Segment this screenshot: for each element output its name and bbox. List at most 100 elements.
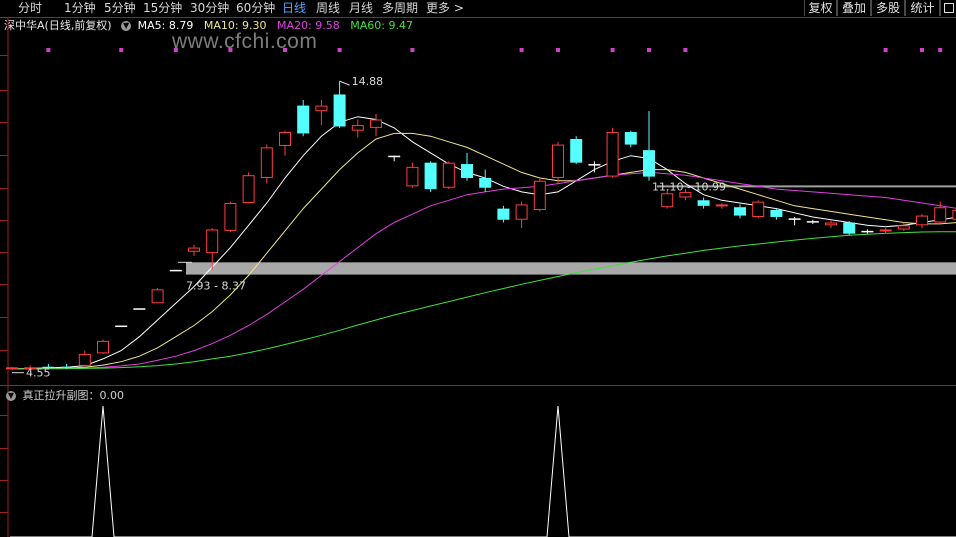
- signal-dot: [46, 48, 51, 52]
- candle-body: [806, 221, 819, 223]
- candle: [260, 144, 273, 184]
- signal-dot: [647, 48, 651, 52]
- candle: [78, 350, 91, 367]
- candle: [825, 219, 837, 229]
- range-label-1: 7.93 - 8.37: [186, 279, 246, 292]
- candle-body: [260, 147, 273, 178]
- candle: [770, 208, 783, 220]
- signal-dot: [683, 48, 688, 52]
- candle: [242, 172, 255, 204]
- signal-dot: [228, 48, 233, 52]
- candle-body: [224, 203, 237, 231]
- candle-body: [370, 119, 382, 128]
- kline-chart[interactable]: 14.88 7.93 - 8.37 11.10 - 10.99 4.55: [0, 0, 956, 537]
- candle-body: [752, 201, 765, 217]
- candle-body: [788, 218, 801, 220]
- candle: [406, 162, 419, 188]
- candle: [479, 169, 492, 192]
- candle-body: [388, 155, 401, 158]
- candle-body: [715, 204, 728, 207]
- price-range-band: [186, 262, 956, 275]
- candle: [169, 269, 182, 272]
- candle-body: [897, 225, 910, 230]
- candle-body: [661, 193, 674, 208]
- candle: [333, 81, 346, 128]
- candle-body: [697, 200, 710, 206]
- candle: [151, 287, 164, 304]
- candle: [442, 161, 455, 190]
- candle: [916, 214, 928, 229]
- candle: [552, 141, 564, 184]
- signal-dot: [938, 48, 943, 52]
- candle-body: [351, 125, 364, 131]
- candle: [697, 197, 710, 209]
- candle-body: [442, 162, 455, 188]
- candle: [570, 136, 583, 165]
- high-price-label: 14.88: [352, 75, 384, 88]
- candle: [370, 113, 382, 137]
- chevron-down-icon[interactable]: ▼: [6, 391, 16, 401]
- candle-body: [624, 132, 637, 145]
- candle-body: [843, 222, 856, 234]
- candle: [515, 201, 528, 229]
- candle-body: [825, 222, 837, 226]
- ma-line-ma5: [11, 116, 956, 370]
- candle-body: [60, 366, 73, 368]
- candle: [788, 216, 801, 226]
- candle-body: [333, 94, 346, 127]
- signal-dot: [920, 48, 924, 52]
- candle-body: [6, 367, 18, 370]
- candle: [715, 203, 728, 209]
- candle: [297, 100, 310, 137]
- candle: [133, 308, 146, 310]
- candle: [861, 229, 874, 234]
- candle: [224, 201, 237, 233]
- candle: [843, 221, 856, 236]
- signal-dot: [556, 48, 560, 52]
- candle-body: [406, 166, 419, 187]
- signal-dot: [610, 48, 615, 52]
- candle-body: [879, 229, 892, 232]
- candle-body: [515, 204, 528, 220]
- candle-body: [861, 230, 874, 233]
- candle-body: [533, 180, 546, 211]
- candle: [806, 219, 819, 224]
- candle: [279, 130, 291, 156]
- signal-dot: [337, 48, 342, 52]
- candle: [734, 204, 746, 219]
- candle-body: [916, 215, 928, 226]
- ma-line-ma10: [12, 132, 956, 370]
- candle: [351, 119, 364, 138]
- range-label-2: 11.10 - 10.99: [652, 180, 726, 193]
- sub-chart-label: ▼ 真正拉升副图：0.00: [0, 388, 124, 404]
- candle-body: [133, 308, 146, 310]
- candle-body: [169, 269, 182, 272]
- signal-dot: [119, 48, 124, 52]
- candle: [424, 161, 437, 192]
- candle: [188, 244, 200, 256]
- sub-chart-title: 真正拉升副图：0.00: [22, 389, 125, 402]
- candle-body: [279, 132, 291, 146]
- candle-body: [479, 177, 492, 188]
- candle: [315, 100, 328, 126]
- candle: [897, 222, 910, 231]
- signal-dot: [883, 48, 888, 52]
- candle-body: [934, 207, 947, 223]
- candle-body: [115, 325, 128, 328]
- candle: [388, 155, 401, 162]
- candle: [752, 200, 765, 219]
- candle-body: [770, 210, 783, 217]
- sub-signal-line: [10, 405, 956, 537]
- candle: [461, 152, 473, 181]
- candle-body: [588, 164, 601, 166]
- candle: [643, 111, 655, 181]
- candle-body: [734, 207, 746, 216]
- candle-body: [188, 247, 200, 252]
- candle: [533, 177, 546, 212]
- low-price-label: 4.55: [26, 367, 51, 380]
- candle-body: [242, 175, 255, 204]
- candle-body: [461, 164, 473, 178]
- signal-dot: [519, 48, 524, 52]
- candle-body: [606, 132, 619, 177]
- candle: [606, 127, 619, 178]
